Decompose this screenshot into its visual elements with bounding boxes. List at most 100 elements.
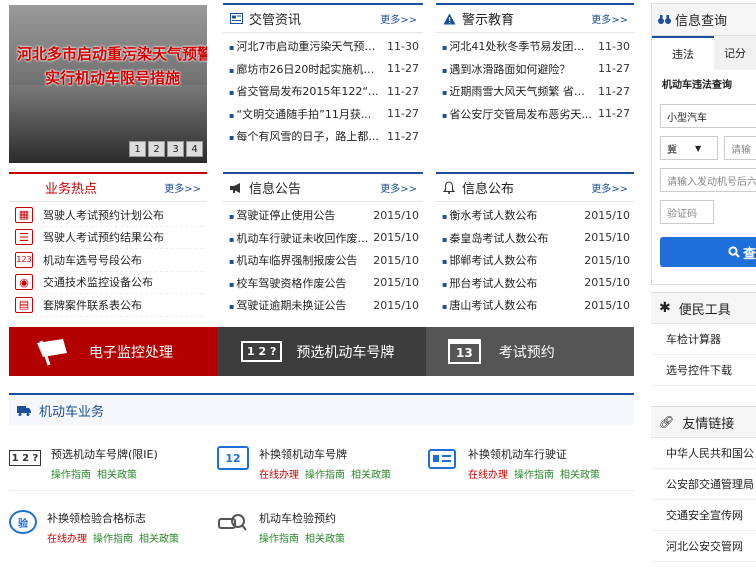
list-item[interactable]: 秦皇岛考试人数公布2015/10 [442,227,630,250]
plate-preselect-banner[interactable]: 1 2 ? 预选机动车号牌 [217,327,426,376]
list-item[interactable]: 省交管局发布2015年122“...11-27 [229,80,419,103]
service-item[interactable]: 机动车检验预约 操作指南 相关政策 [217,510,417,545]
guide-link[interactable]: 操作指南 [51,470,91,481]
publish-title: 信息公布 [462,182,515,197]
list-item[interactable]: 邯郸考试人数公布2015/10 [442,249,630,272]
service-item[interactable]: 验 补换领检验合格标志 在线办理 操作指南 相关政策 [9,510,209,545]
list-item[interactable]: ▦ 驾驶人考试预约计划公布 [15,204,203,227]
list-item[interactable]: ◉ 交通技术监控设备公布 [15,272,203,294]
list-item[interactable]: 机动车行驶证未收回作废公告2015/10 [229,227,419,250]
guide-link[interactable]: 操作指南 [305,470,345,481]
service-item[interactable]: 12 补换领机动车号牌 在线办理 操作指南 相关政策 [217,446,417,481]
publish-more-link[interactable]: 更多>> [591,180,628,195]
table-icon: ▤ [15,296,33,313]
hot-more-link[interactable]: 更多>> [164,180,201,195]
slider-page-4[interactable]: 4 [186,141,203,157]
vehicle-type-select[interactable]: 小型汽车 [660,104,756,128]
policy-link[interactable]: 相关政策 [139,534,179,545]
list-item[interactable]: 123 机动车选号号段公布 [15,249,203,272]
hot-list: ▦ 驾驶人考试预约计划公布 ☰ 驾驶人考试预约结果公布 123 机动车选号号段公布 ◉… [9,202,207,317]
slider-page-2[interactable]: 2 [148,141,165,157]
friend-link[interactable]: 中华人民共和国公 [651,438,756,469]
publish-list: 衡水考试人数公布2015/10 秦皇岛考试人数公布2015/10 邯郸考试人数公… [436,202,634,317]
publish-panel: 信息公布 更多>> 衡水考试人数公布2015/10 秦皇岛考试人数公布2015/… [436,172,634,318]
plate-number-input[interactable]: 请输 [724,136,756,160]
slider-page-3[interactable]: 3 [167,141,184,157]
list-item[interactable]: 驾驶证逾期未换证公告2015/10 [229,294,419,317]
hot-business-panel: 业务热点 更多>> ▦ 驾驶人考试预约计划公布 ☰ 驾驶人考试预约结果公布 123 机… [9,172,207,318]
engine-number-input[interactable]: 请输入发动机号后六 [660,168,756,192]
online-link[interactable]: 在线办理 [47,534,87,545]
list-item[interactable]: 河北7市启动重污染天气预警...11-30 [229,35,419,58]
hot-title: 业务热点 [45,182,98,197]
tab-violation[interactable]: 违法 [652,36,714,70]
list-icon: ☰ [15,229,33,246]
news-slider[interactable]: 河北多市启动重污染天气预警 实行机动车限号措施 1 2 3 4 [9,5,207,163]
list-item[interactable]: 遇到冰滑路面如何避险？11-27 [442,58,630,81]
list-item[interactable]: 校车驾驶资格作废公告2015/10 [229,272,419,295]
list-item[interactable]: 机动车临界强制报废公告2015/10 [229,249,419,272]
news-list: 河北7市启动重污染天气预警...11-30 廊坊市26日20时起实施机动...1… [223,33,423,148]
list-item[interactable]: 河北41处秋冬季节易发团雾...11-30 [442,35,630,58]
friend-link[interactable]: 交通安全宣传网 [651,500,756,531]
news-more-link[interactable]: 更多>> [380,11,417,26]
service-divider [9,490,634,491]
policy-link[interactable]: 相关政策 [560,470,600,481]
number-icon: 123 [15,251,33,268]
list-item[interactable]: ☰ 驾驶人考试预约结果公布 [15,227,203,249]
policy-link[interactable]: 相关政策 [97,470,137,481]
electronic-monitoring-banner[interactable]: 电子监控处理 [9,327,217,376]
list-item[interactable]: 省公安厅交管局发布恶劣天...11-27 [442,103,630,126]
list-item[interactable]: 邢台考试人数公布2015/10 [442,272,630,295]
hot-header: 业务热点 更多>> [9,174,207,202]
guide-link[interactable]: 操作指南 [259,534,299,545]
warning-icon [442,12,456,26]
list-item[interactable]: 驾驶证停止使用公告2015/10 [229,204,419,227]
list-item[interactable]: 衡水考试人数公布2015/10 [442,204,630,227]
tab-points[interactable]: 记分 [714,36,756,70]
link-icon: 🔗︎ [659,415,675,429]
slider-page-1[interactable]: 1 [129,141,146,157]
tool-item-plate-control-download[interactable]: 选号控件下载 [651,355,756,386]
links-header: 🔗︎ 友情链接 [651,406,756,438]
inspection-search-icon [217,510,249,534]
dropdown-arrow-icon: ▼ [695,143,702,153]
tool-item-inspection-calculator[interactable]: 车检计算器 [651,324,756,355]
notice-panel: 信息公告 更多>> 驾驶证停止使用公告2015/10 机动车行驶证未收回作废公告… [223,172,423,318]
notice-title: 信息公告 [249,182,302,197]
calendar-icon: ▦ [15,206,33,223]
exam-booking-banner[interactable]: 13 考试预约 [426,327,634,376]
policy-link[interactable]: 相关政策 [305,534,345,545]
megaphone-icon [229,181,243,195]
list-item[interactable]: 廊坊市26日20时起实施机动...11-27 [229,58,419,81]
friend-link[interactable]: 河北公安交管网 [651,531,756,562]
guide-link[interactable]: 操作指南 [93,534,133,545]
publish-header: 信息公布 更多>> [436,174,634,202]
notice-header: 信息公告 更多>> [223,174,423,202]
list-item[interactable]: “文明交通随手拍”11月获...11-27 [229,103,419,126]
online-link[interactable]: 在线办理 [259,470,299,481]
warning-more-link[interactable]: 更多>> [591,11,628,26]
warning-list: 河北41处秋冬季节易发团雾...11-30 遇到冰滑路面如何避险？11-27 近… [436,33,634,125]
license-card-icon [426,446,458,470]
policy-link[interactable]: 相关政策 [351,470,391,481]
news-title: 交管资讯 [249,13,302,28]
service-item[interactable]: 1 2 ? 预选机动车号牌(限IE) 操作指南 相关政策 [9,446,209,481]
captcha-input[interactable]: 验证码 [660,200,714,224]
friend-link[interactable]: 公安部交通管理局 [651,469,756,500]
service-item[interactable]: 补换领机动车行驶证 在线办理 操作指南 相关政策 [426,446,626,481]
list-item[interactable]: 唐山考试人数公布2015/10 [442,294,630,317]
search-button[interactable]: 查 [660,237,756,267]
notice-more-link[interactable]: 更多>> [380,180,417,195]
province-select[interactable]: 冀 ▼ [660,136,718,160]
vehicle-business-title: 机动车业务 [39,404,105,420]
vehicle-business-header: 机动车业务 [9,393,634,425]
list-item[interactable]: 近期雨雪大风天气频繁 省交...11-27 [442,80,630,103]
online-link[interactable]: 在线办理 [468,470,508,481]
tools-title: 便民工具 [678,302,731,318]
links-panel: 🔗︎ 友情链接 中华人民共和国公 公安部交通管理局 交通安全宣传网 河北公安交管… [651,406,756,562]
list-item[interactable]: ▤ 套牌案件联系表公布 [15,294,203,317]
slider-caption-line2: 实行机动车限号措施 [45,69,181,87]
guide-link[interactable]: 操作指南 [514,470,554,481]
list-item[interactable]: 每个有风雪的日子，路上都...11-27 [229,125,419,148]
